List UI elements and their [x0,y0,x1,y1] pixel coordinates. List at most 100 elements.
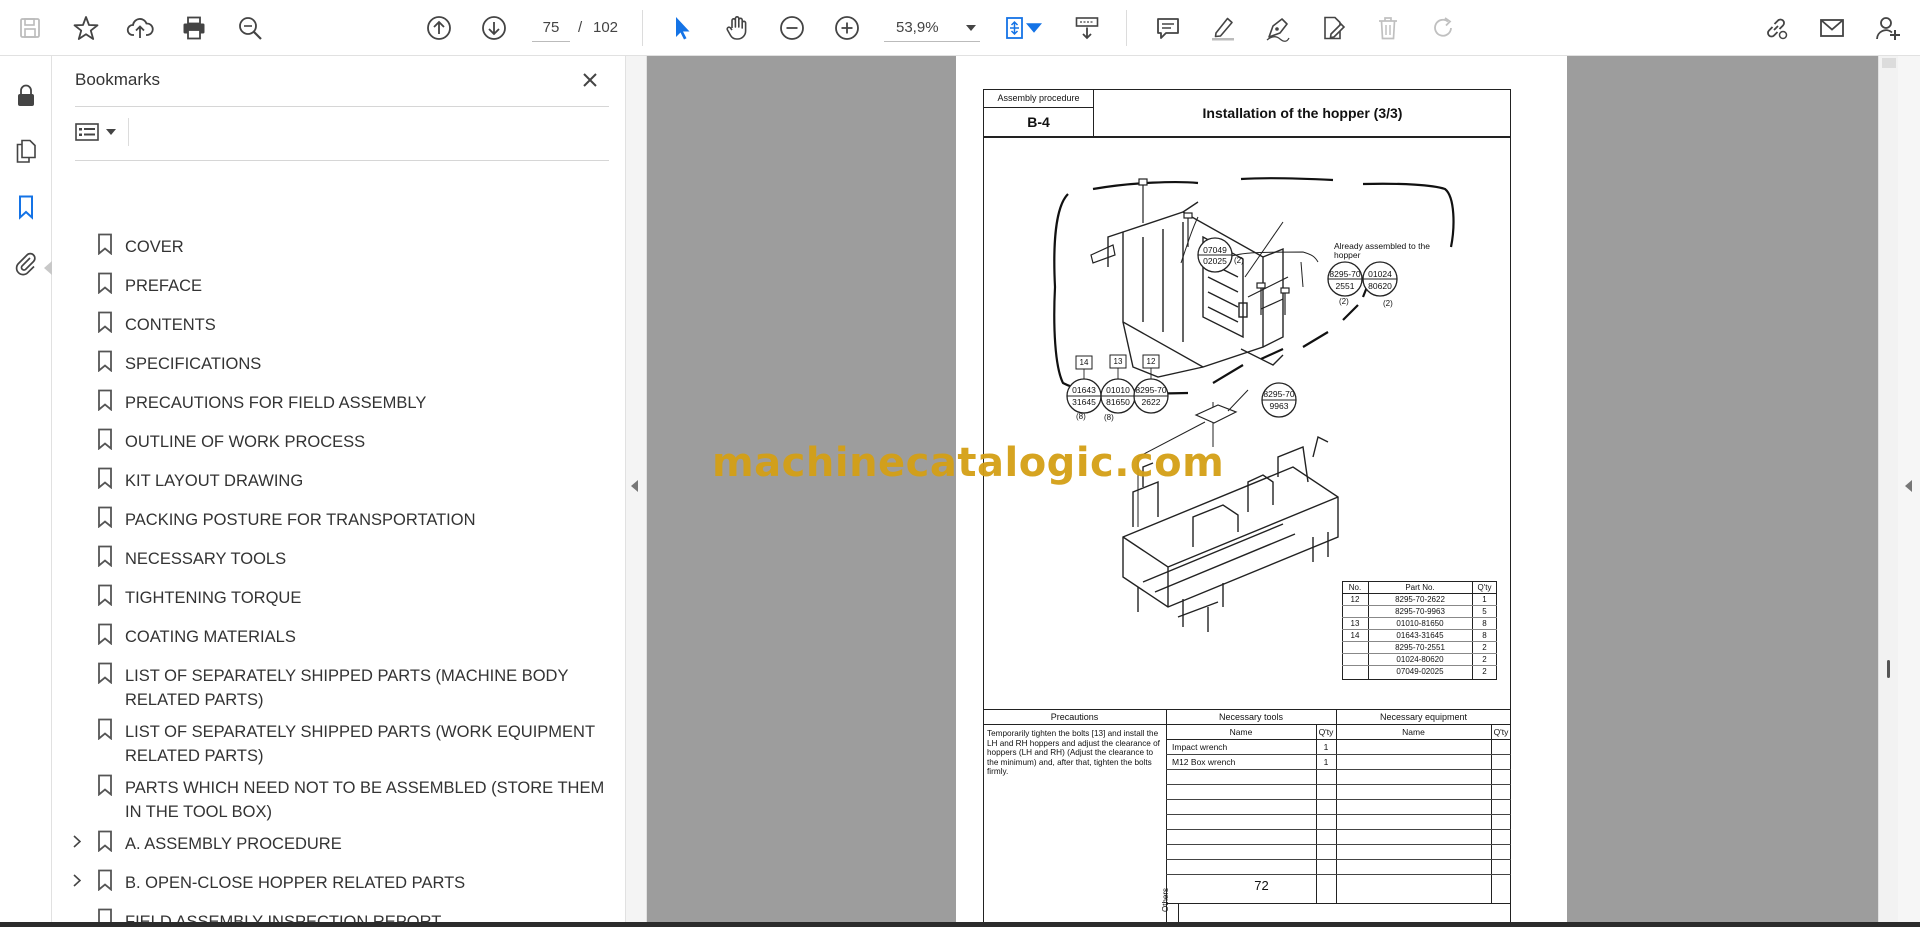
document-viewport[interactable]: Assembly procedure B-4 Installation of t… [647,56,1878,922]
next-page-icon[interactable] [478,12,510,44]
right-panel-toggle[interactable] [1898,56,1920,922]
total-pages: 102 [593,19,619,36]
assembly-procedure-label: Assembly procedure [997,93,1080,103]
lock-icon[interactable] [12,82,40,110]
parts-table-cell: 8295-70-9963 [1395,607,1445,616]
bookmark-icon [95,583,115,607]
previous-page-icon[interactable] [423,12,455,44]
chevron-right-icon[interactable] [70,872,84,888]
page-number-input[interactable] [532,14,570,42]
add-user-icon[interactable] [1872,12,1904,44]
scroll-mode-icon[interactable] [1071,12,1103,44]
zoom-dropdown[interactable]: 53,9% [884,14,980,42]
bookmark-icon [95,505,115,529]
parts-table-cell: 2 [1482,655,1487,664]
bookmark-label: PRECAUTIONS FOR FIELD ASSEMBLY [125,394,427,412]
upload-cloud-icon[interactable] [124,12,156,44]
highlight-pen-icon[interactable] [1207,12,1239,44]
scroll-up-button[interactable] [1882,58,1896,68]
draw-pen-icon[interactable] [1262,12,1294,44]
star-icon[interactable] [70,12,102,44]
bookmark-icon [95,773,115,797]
bookmark-label: LIST OF SEPARATELY SHIPPED PARTS (WORK E… [125,723,595,765]
parts-table-cell: 2 [1482,667,1487,676]
bookmark-options-button[interactable] [75,118,121,146]
watermark-text: machinecatalogic.com [712,440,1225,486]
bookmark-icon [95,427,115,451]
zoom-out-icon[interactable] [776,12,808,44]
page-title: Installation of the hopper (3/3) [1202,105,1403,121]
callout-bottom: 80620 [1368,281,1392,291]
callout-qty: (2) [1383,299,1393,308]
bookmark-icon [95,829,115,853]
bookmark-icon [95,310,115,334]
callout-qty: (8) [1104,413,1114,422]
bookmark-icon [95,868,115,892]
expand-arrow-icon [1905,480,1912,492]
callout-top: 01010 [1106,385,1130,395]
bookmark-label: PREFACE [125,277,203,295]
chevron-down-icon[interactable] [1026,12,1042,44]
bookmark-icon [95,271,115,295]
parts-table-cell: 14 [1350,631,1360,640]
parts-table-cell: 8 [1482,619,1487,628]
callout-bottom: 2551 [1335,281,1355,291]
bookmark-icon [95,388,115,412]
active-panel-indicator [44,261,52,275]
bookmark-icon [95,544,115,568]
bookmark-label: B. OPEN-CLOSE HOPPER RELATED PARTS [125,874,466,892]
attachment-paperclip-icon[interactable] [12,249,40,277]
zoom-search-icon[interactable] [234,12,266,44]
email-icon[interactable] [1816,12,1848,44]
print-icon[interactable] [178,12,210,44]
parts-table-header: Part No. [1405,583,1435,592]
callout-top: 8295-70 [1263,389,1295,399]
bookmark-label: NECESSARY TOOLS [125,550,287,568]
comment-icon[interactable] [1152,12,1184,44]
share-link-icon[interactable] [1760,12,1792,44]
save-icon[interactable] [14,12,46,44]
callout-top: 07049 [1203,245,1227,255]
edit-document-icon[interactable] [1317,12,1349,44]
delete-trash-icon[interactable] [1372,12,1404,44]
bookmark-icon [95,661,115,685]
callout-top: 8295-70 [1329,269,1361,279]
document-page-number: 72 [1254,878,1269,893]
parts-table-cell: 01643-31645 [1396,631,1444,640]
section-code: B-4 [1027,114,1050,130]
scrollbar-thumb[interactable] [1887,660,1890,678]
bookmark-panel-icon[interactable] [12,193,40,221]
panel-collapse-handle[interactable] [625,56,647,922]
parts-table-cell: 07049-02025 [1396,667,1444,676]
bookmark-icon [95,717,115,741]
panel-divider [75,160,609,161]
close-icon[interactable] [578,68,602,92]
item-tag: 14 [1079,358,1089,367]
tool-qty: 1 [1323,757,1329,767]
vertical-scrollbar[interactable] [1878,56,1898,922]
callout-top: 01024 [1368,269,1392,279]
redo-icon[interactable] [1428,12,1460,44]
pdf-page: Assembly procedure B-4 Installation of t… [956,56,1567,922]
chevron-right-icon[interactable] [70,833,84,849]
tools-header: Necessary tools [1218,712,1284,722]
equipment-header: Necessary equipment [1379,712,1468,722]
toolbar-divider [1126,10,1127,46]
tool-qty: 1 [1323,742,1329,752]
zoom-in-icon[interactable] [831,12,863,44]
page-separator: / [578,19,583,36]
hand-tool-icon[interactable] [721,12,753,44]
bookmark-label: OUTLINE OF WORK PROCESS [125,433,366,451]
parts-table-cell: 8295-70-2622 [1395,595,1445,604]
parts-table-cell: 8 [1482,631,1487,640]
select-cursor-icon[interactable] [666,12,698,44]
bookmark-label: PACKING POSTURE FOR TRANSPORTATION [125,511,476,529]
pages-thumbnail-icon[interactable] [12,137,40,165]
item-tag: 12 [1146,357,1156,366]
callout-bottom: 02025 [1203,256,1227,266]
navigation-rail [0,56,52,922]
parts-table-cell: 12 [1350,595,1360,604]
list-options-icon [75,123,99,141]
parts-table-cell: 1 [1482,595,1487,604]
parts-table-cell: 13 [1350,619,1360,628]
